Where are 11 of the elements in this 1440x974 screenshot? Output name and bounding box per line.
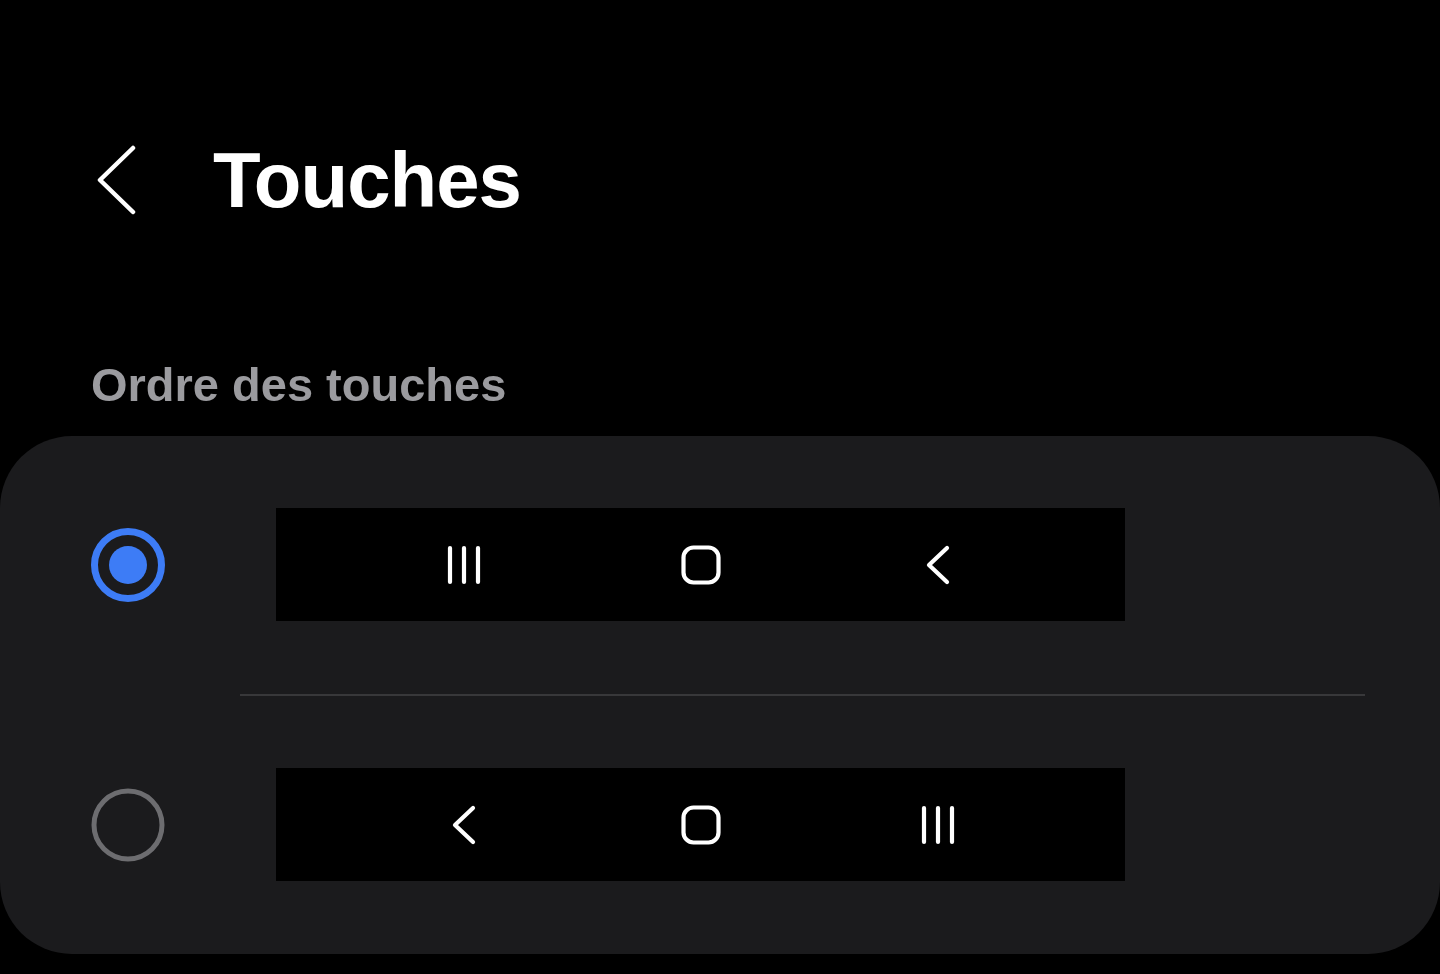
radio-button[interactable] [91,787,165,862]
chevron-left-icon [924,544,951,585]
page-title: Touches [213,141,521,219]
rounded-square-icon [680,804,721,845]
radio-button[interactable] [91,527,165,602]
chevron-left-icon [97,145,137,215]
vertical-lines-icon [445,544,482,585]
section-label: Ordre des touches [91,357,507,413]
vertical-lines-icon [919,804,956,845]
chevron-left-icon [450,804,477,845]
rounded-square-icon [680,544,721,585]
